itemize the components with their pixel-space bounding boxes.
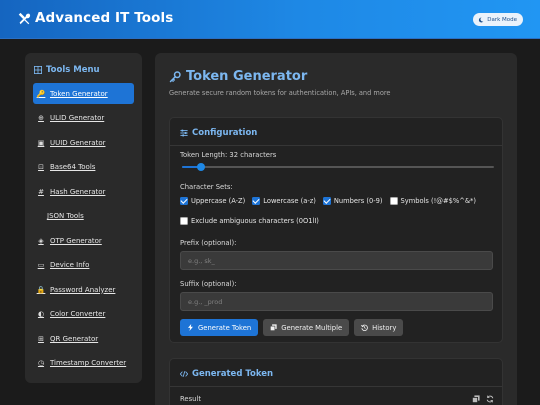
- character-sets: Uppercase (A-Z) Lowercase (a-z) Numbers …: [180, 197, 476, 205]
- generate-token-button[interactable]: Generate Token: [180, 319, 259, 336]
- json-icon: [37, 212, 42, 220]
- suffix-input[interactable]: [180, 292, 493, 311]
- qr-icon: ⊞: [38, 334, 44, 343]
- lowercase-checkbox[interactable]: Lowercase (a-z): [252, 197, 316, 205]
- prefix-label: Prefix (optional):: [180, 239, 237, 247]
- sidebar-item-device-info[interactable]: ▭ Device Info: [33, 255, 134, 276]
- sidebar-item-uuid-generator[interactable]: ▣ UUID Generator: [33, 132, 134, 153]
- clock-icon: ◷: [37, 359, 45, 367]
- configuration-card: Configuration Token Length: 32 character…: [169, 117, 503, 343]
- token-length-label: Token Length: 32 characters: [180, 151, 277, 159]
- sidebar-item-hash-generator[interactable]: # Hash Generator: [33, 181, 134, 202]
- sidebar-item-base64-tools[interactable]: ⊡ Base64 Tools: [33, 157, 134, 178]
- sidebar-item-qr-generator[interactable]: ⊞ QR Generator: [33, 328, 134, 349]
- sidebar-item-token-generator[interactable]: 🔑 Token Generator: [33, 83, 134, 104]
- laptop-icon: ▭: [37, 261, 45, 269]
- refresh-icon[interactable]: [486, 395, 494, 403]
- history-icon: [361, 324, 368, 331]
- hash-icon: #: [38, 187, 44, 196]
- page-title: Token Generator: [169, 69, 307, 84]
- card-divider: [170, 386, 502, 387]
- copy-icon: [270, 324, 277, 331]
- slider-thumb[interactable]: [196, 163, 205, 171]
- suffix-label: Suffix (optional):: [180, 280, 237, 288]
- dark-mode-toggle[interactable]: Dark Mode: [473, 13, 523, 26]
- app-header: Advanced IT Tools Dark Mode: [0, 0, 540, 39]
- exclude-ambiguous-checkbox[interactable]: Exclude ambiguous characters (0O1lI): [180, 217, 319, 225]
- result-label: Result: [180, 395, 202, 403]
- character-sets-label: Character Sets:: [180, 183, 233, 191]
- uppercase-checkbox[interactable]: Uppercase (A-Z): [180, 197, 245, 205]
- sidebar-item-color-converter[interactable]: ◐ Color Converter: [33, 304, 134, 325]
- checkbox-box[interactable]: [389, 197, 398, 205]
- sidebar-nav: 🔑 Token Generator ⊕ ULID Generator ▣ UUI…: [33, 83, 134, 377]
- key-icon: 🔑: [36, 89, 46, 98]
- checkbox-box[interactable]: [252, 197, 261, 205]
- sidebar-item-json-tools[interactable]: JSON Tools: [33, 206, 134, 227]
- checkbox-box[interactable]: [322, 197, 331, 205]
- checkbox-box[interactable]: [180, 217, 188, 225]
- moon-icon: [479, 17, 484, 22]
- generated-token-card: Generated Token Result: [169, 358, 503, 405]
- app-title: Advanced IT Tools: [35, 10, 174, 26]
- sidebar-item-ulid-generator[interactable]: ⊕ ULID Generator: [33, 108, 134, 129]
- tools-icon: [18, 12, 31, 25]
- grid-icon: [34, 66, 42, 74]
- history-button[interactable]: History: [354, 319, 404, 336]
- prefix-input[interactable]: [180, 251, 493, 270]
- token-length-slider[interactable]: [182, 163, 494, 171]
- sidebar-item-password-analyzer[interactable]: 🔒 Password Analyzer: [33, 279, 134, 300]
- key-icon: [169, 70, 181, 82]
- sidebar-item-otp-generator[interactable]: ◈ OTP Generator: [33, 230, 134, 251]
- id-card-icon: ▣: [37, 138, 45, 147]
- generate-multiple-button[interactable]: Generate Multiple: [263, 319, 350, 336]
- dark-mode-label: Dark Mode: [487, 16, 517, 23]
- sidebar-title: Tools Menu: [34, 65, 100, 75]
- copy-icon[interactable]: [472, 395, 480, 403]
- lock-icon: 🔒: [36, 285, 46, 294]
- bolt-icon: [188, 324, 193, 331]
- action-buttons: Generate Token Generate Multiple History: [180, 319, 404, 336]
- page-subtitle: Generate secure random tokens for authen…: [169, 89, 391, 97]
- checkbox-box[interactable]: [180, 197, 188, 205]
- card-divider: [170, 145, 502, 146]
- generated-token-title: Generated Token: [180, 369, 273, 379]
- palette-icon: ◐: [37, 310, 45, 318]
- shield-icon: ◈: [38, 236, 44, 245]
- main-panel: Token Generator Generate secure random t…: [155, 53, 517, 405]
- ulid-icon: ⊕: [38, 114, 44, 122]
- configuration-title: Configuration: [180, 128, 257, 138]
- numbers-checkbox[interactable]: Numbers (0-9): [322, 197, 383, 205]
- sidebar: Tools Menu 🔑 Token Generator ⊕ ULID Gene…: [25, 53, 142, 383]
- code-icon: [180, 371, 188, 377]
- sidebar-item-timestamp-converter[interactable]: ◷ Timestamp Converter: [33, 353, 134, 374]
- sliders-icon: [180, 129, 188, 137]
- code-icon: ⊡: [38, 163, 44, 171]
- symbols-checkbox[interactable]: Symbols (!@#$%^&*): [389, 197, 476, 205]
